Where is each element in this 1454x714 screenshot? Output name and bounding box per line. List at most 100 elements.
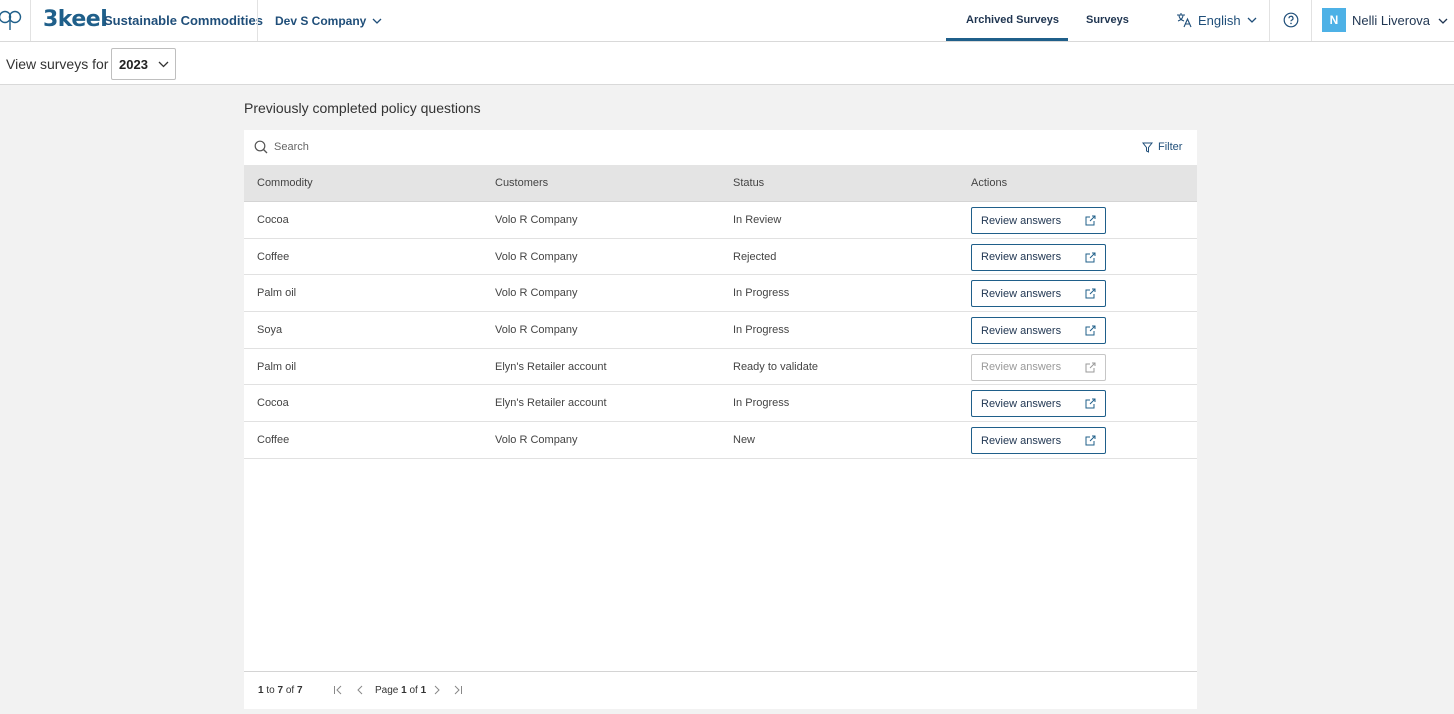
company-name: Dev S Company: [275, 14, 367, 28]
row-count-total: 7: [296, 685, 303, 696]
status-cell: In Review: [733, 214, 782, 226]
view-surveys-label: View surveys for: [6, 56, 109, 72]
review-answers-button[interactable]: Review answers: [971, 317, 1106, 345]
page-word: Page: [375, 685, 399, 696]
commodity-cell: Palm oil: [257, 360, 297, 373]
row-count-to-word: to: [266, 685, 275, 696]
table-row: Palm oil Elyn's Retailer account Ready t…: [244, 349, 1197, 386]
status-cell: Rejected: [733, 250, 777, 263]
tab-surveys[interactable]: Surveys: [1086, 14, 1129, 26]
customer-cell: Elyn's Retailer account: [495, 397, 607, 410]
chevron-down-icon: [1247, 17, 1257, 23]
review-answers-button[interactable]: Review answers: [971, 427, 1106, 455]
table-body: Cocoa Volo R Company In Review Review an…: [244, 202, 1197, 459]
next-page-icon[interactable]: [432, 685, 442, 695]
year-value: 2023: [119, 56, 148, 72]
user-menu[interactable]: Nelli Liverova: [1352, 13, 1448, 28]
status-cell: Ready to validate: [733, 360, 818, 373]
chevron-down-icon: [158, 61, 169, 67]
commodity-cell: Cocoa: [257, 214, 289, 226]
customer-cell: Volo R Company: [495, 287, 578, 300]
tab-archived-surveys[interactable]: Archived Surveys: [966, 14, 1059, 26]
divider: [1269, 0, 1270, 41]
language-label: English: [1198, 12, 1241, 28]
review-answers-button[interactable]: Review answers: [971, 390, 1106, 418]
last-page-icon[interactable]: [453, 685, 463, 695]
language-selector[interactable]: English: [1176, 12, 1257, 28]
filter-label: Filter: [1158, 141, 1183, 153]
active-tab-indicator: [946, 38, 1068, 41]
review-answers-label: Review answers: [981, 361, 1062, 374]
divider: [30, 0, 31, 41]
chevron-down-icon: [1438, 18, 1448, 24]
external-link-icon: [1085, 435, 1096, 446]
table-row: Palm oil Volo R Company In Progress Revi…: [244, 275, 1197, 313]
commodity-cell: Soya: [257, 324, 283, 337]
brand-logo[interactable]: 3keel: [43, 7, 108, 32]
surveys-table-panel: Filter Commodity Customers Status Action…: [244, 130, 1197, 709]
column-header-commodity[interactable]: Commodity: [257, 177, 313, 189]
customer-cell: Volo R Company: [495, 214, 578, 226]
customer-cell: Volo R Company: [495, 250, 578, 263]
filter-icon: [1142, 142, 1153, 153]
page-of-word: of: [409, 685, 418, 696]
external-link-icon: [1085, 252, 1096, 263]
external-link-icon: [1085, 288, 1096, 299]
previous-page-icon[interactable]: [355, 685, 365, 695]
user-name: Nelli Liverova: [1352, 13, 1431, 28]
review-answers-label: Review answers: [981, 287, 1062, 300]
status-cell: In Progress: [733, 397, 790, 410]
customer-cell: Volo R Company: [495, 434, 578, 447]
review-answers-label: Review answers: [981, 324, 1062, 337]
current-page: 1: [401, 685, 407, 696]
top-navigation-bar: 3keel Sustainable Commodities Dev S Comp…: [0, 0, 1454, 42]
external-link-icon: [1085, 362, 1096, 373]
divider: [257, 0, 258, 41]
row-count-from: 1: [258, 685, 264, 696]
translate-icon: [1177, 13, 1192, 28]
chevron-down-icon: [372, 18, 382, 24]
review-answers-button[interactable]: Review answers: [971, 280, 1106, 308]
status-cell: New: [733, 434, 756, 447]
help-icon[interactable]: [1283, 12, 1299, 28]
first-page-icon[interactable]: [333, 685, 343, 695]
year-filter-bar: View surveys for 2023: [0, 42, 1454, 85]
table-row: Soya Volo R Company In Progress Review a…: [244, 312, 1197, 349]
column-header-status[interactable]: Status: [733, 177, 764, 189]
commodity-cell: Cocoa: [257, 397, 289, 410]
filter-button[interactable]: Filter: [1142, 141, 1182, 153]
review-answers-label: Review answers: [981, 214, 1062, 227]
page-indicator: Page 1 of 1: [375, 685, 426, 696]
avatar[interactable]: N: [1322, 8, 1346, 32]
review-answers-button[interactable]: Review answers: [971, 243, 1106, 271]
status-cell: In Progress: [733, 287, 790, 300]
row-count: 1 to 7 of 7: [258, 685, 303, 696]
row-count-to: 7: [277, 685, 284, 696]
page-title: Previously completed policy questions: [244, 100, 481, 116]
review-answers-button[interactable]: Review answers: [971, 207, 1106, 234]
status-cell: In Progress: [733, 324, 790, 337]
pagination-bar: 1 to 7 of 7 Page 1 of 1: [244, 671, 1197, 709]
search-input[interactable]: [274, 136, 874, 158]
brand-name: Sustainable Commodities: [104, 13, 263, 28]
commodity-cell: Coffee: [257, 434, 290, 447]
column-header-customers[interactable]: Customers: [495, 177, 548, 189]
customer-cell: Elyn's Retailer account: [495, 360, 607, 373]
year-dropdown[interactable]: 2023: [111, 48, 176, 80]
divider: [1311, 0, 1312, 41]
table-row: Cocoa Elyn's Retailer account In Progres…: [244, 385, 1197, 423]
table-row: Coffee Volo R Company New Review answers: [244, 422, 1197, 459]
search-bar: Filter: [244, 130, 1197, 165]
external-link-icon: [1085, 215, 1096, 226]
column-header-actions: Actions: [971, 177, 1008, 189]
review-answers-label: Review answers: [981, 434, 1062, 447]
commodity-cell: Coffee: [257, 250, 290, 263]
customer-cell: Volo R Company: [495, 324, 578, 337]
brand-leaf-icon: [0, 10, 22, 30]
search-icon: [254, 140, 268, 154]
company-switcher[interactable]: Dev S Company: [275, 14, 382, 28]
row-count-of-word: of: [285, 685, 295, 696]
table-row: Coffee Volo R Company Rejected Review an…: [244, 239, 1197, 276]
table-header: Commodity Customers Status Actions: [244, 165, 1197, 202]
review-answers-label: Review answers: [981, 397, 1062, 410]
